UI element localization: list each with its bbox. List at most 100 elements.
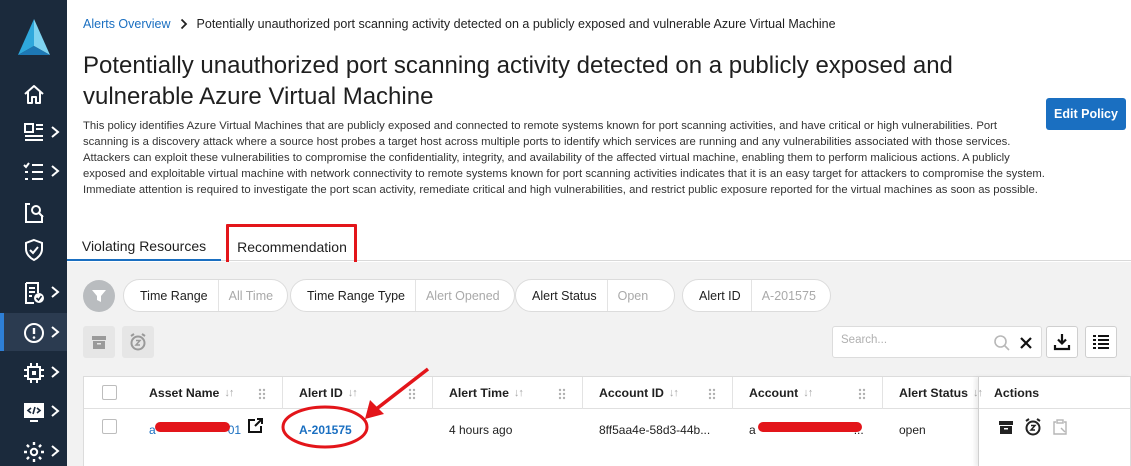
drag-handle-icon[interactable] <box>858 388 866 400</box>
alerts-table: Asset Name ↓↑ Alert ID ↓↑ Alert Time ↓↑ Acc… <box>83 376 1131 466</box>
search-icon <box>994 335 1010 351</box>
filter-label: Alert Status <box>516 280 608 311</box>
sidebar-item-compliance[interactable] <box>0 273 67 311</box>
column-alert-time[interactable]: Alert Time ↓↑ <box>449 377 524 409</box>
sort-icon[interactable]: ↓↑ <box>803 387 813 399</box>
sidebar-item-dashboard[interactable] <box>0 113 67 151</box>
filter-value: Open <box>617 288 649 303</box>
sidebar-item-alerts[interactable] <box>0 313 67 351</box>
drag-handle-icon[interactable] <box>558 388 566 400</box>
filter-value: Alert Opened <box>425 288 500 303</box>
sort-icon[interactable]: ↓↑ <box>514 387 524 399</box>
redaction-mark <box>155 422 230 432</box>
close-icon[interactable] <box>1019 336 1033 350</box>
filter-icon <box>92 290 106 302</box>
columns-icon <box>1093 335 1109 349</box>
home-icon <box>24 85 44 104</box>
breadcrumb-alerts-overview[interactable]: Alerts Overview <box>83 17 171 31</box>
filter-label: Time Range Type <box>291 280 416 311</box>
archive-icon[interactable] <box>998 419 1014 435</box>
search-field[interactable] <box>832 326 1042 358</box>
column-alert-status[interactable]: Alert Status ↓↑ <box>899 377 983 409</box>
column-asset-name[interactable]: Asset Name ↓↑ <box>149 377 234 409</box>
resources-panel: Time Range All Time Time Range Type Aler… <box>67 262 1131 466</box>
policy-description: This policy identifies Azure Virtual Mac… <box>83 120 1045 196</box>
column-divider <box>882 377 883 409</box>
sidebar-item-checklist[interactable] <box>0 152 67 190</box>
column-account-id[interactable]: Account ID ↓↑ <box>599 377 679 409</box>
filter-value: A-201575 <box>761 288 816 303</box>
remediate-icon[interactable] <box>1052 419 1068 435</box>
dismiss-button[interactable] <box>83 326 115 358</box>
archive-icon <box>92 336 106 349</box>
filter-button[interactable] <box>83 280 115 312</box>
compute-icon <box>24 363 44 383</box>
alert-time-cell: 4 hours ago <box>449 423 513 437</box>
filter-label: Alert ID <box>683 280 752 311</box>
alert-status-cell: open <box>899 423 926 437</box>
account-id-cell: 8ff5aa4e-58d3-44b... <box>599 423 711 437</box>
filter-time-range[interactable]: Time Range All Time <box>123 279 289 312</box>
main-content: Alerts Overview Potentially unauthorized… <box>67 0 1131 466</box>
edit-policy-button[interactable]: Edit Policy <box>1046 98 1126 130</box>
sort-icon[interactable]: ↓↑ <box>224 387 234 399</box>
filter-time-range-type[interactable]: Time Range Type Alert Opened <box>290 279 515 312</box>
column-divider <box>282 377 283 409</box>
external-link-icon[interactable] <box>247 417 264 434</box>
compliance-icon <box>25 282 44 304</box>
shield-check-icon <box>25 238 43 262</box>
chevron-right-icon <box>51 445 60 457</box>
logo-icon[interactable] <box>17 18 51 58</box>
column-divider <box>582 377 583 409</box>
table-header: Asset Name ↓↑ Alert ID ↓↑ Alert Time ↓↑ Acc… <box>84 377 1130 409</box>
code-icon <box>24 403 44 422</box>
drag-handle-icon[interactable] <box>708 388 716 400</box>
columns-button[interactable] <box>1085 326 1117 358</box>
sidebar-item-investigate[interactable] <box>0 193 67 231</box>
filter-alert-status[interactable]: Alert Status Open <box>515 279 676 312</box>
snooze-icon <box>130 333 146 351</box>
sidebar-item-settings[interactable] <box>0 432 67 466</box>
page-title: Potentially unauthorized port scanning a… <box>83 52 953 110</box>
alert-id-link[interactable]: A-201575 <box>299 423 352 437</box>
settings-icon <box>24 442 44 462</box>
redaction-mark <box>758 422 862 432</box>
snooze-icon[interactable] <box>1024 418 1042 436</box>
breadcrumb: Alerts Overview Potentially unauthorized… <box>83 17 836 31</box>
column-actions: Actions <box>994 386 1040 400</box>
sidebar-item-code[interactable] <box>0 392 67 430</box>
filter-value: All Time <box>228 288 274 303</box>
row-checkbox[interactable] <box>102 419 117 434</box>
filter-alert-id[interactable]: Alert ID A-201575 <box>682 279 831 312</box>
tab-violating-resources[interactable]: Violating Resources <box>67 232 221 261</box>
sort-icon[interactable]: ↓↑ <box>669 387 679 399</box>
chevron-right-icon <box>51 326 60 338</box>
chevron-right-icon <box>51 286 60 298</box>
actions-column: Actions <box>978 377 1131 466</box>
column-divider <box>732 377 733 409</box>
drag-handle-icon[interactable] <box>408 388 416 400</box>
sort-icon[interactable]: ↓↑ <box>348 387 358 399</box>
alerts-icon <box>24 323 44 343</box>
checklist-icon <box>23 162 43 180</box>
search-input[interactable] <box>841 334 991 346</box>
account-prefix: a <box>749 423 756 437</box>
chevron-right-icon <box>51 405 60 417</box>
alert-id-cell[interactable]: A-201575 <box>299 423 352 437</box>
investigate-icon <box>25 203 44 223</box>
sidebar <box>0 0 67 466</box>
download-button[interactable] <box>1046 326 1078 358</box>
chevron-right-icon <box>51 126 60 138</box>
column-divider <box>432 377 433 409</box>
sidebar-item-compute[interactable] <box>0 353 67 391</box>
column-account[interactable]: Account ↓↑ <box>749 377 813 409</box>
snooze-button[interactable] <box>122 326 154 358</box>
column-alert-id[interactable]: Alert ID ↓↑ <box>299 377 358 409</box>
select-all-checkbox[interactable] <box>102 385 117 400</box>
sidebar-item-home[interactable] <box>0 75 67 113</box>
dashboard-icon <box>24 123 43 141</box>
chevron-right-icon <box>51 366 60 378</box>
drag-handle-icon[interactable] <box>258 388 266 400</box>
sidebar-item-protection[interactable] <box>0 230 67 268</box>
filter-label: Time Range <box>124 280 219 311</box>
